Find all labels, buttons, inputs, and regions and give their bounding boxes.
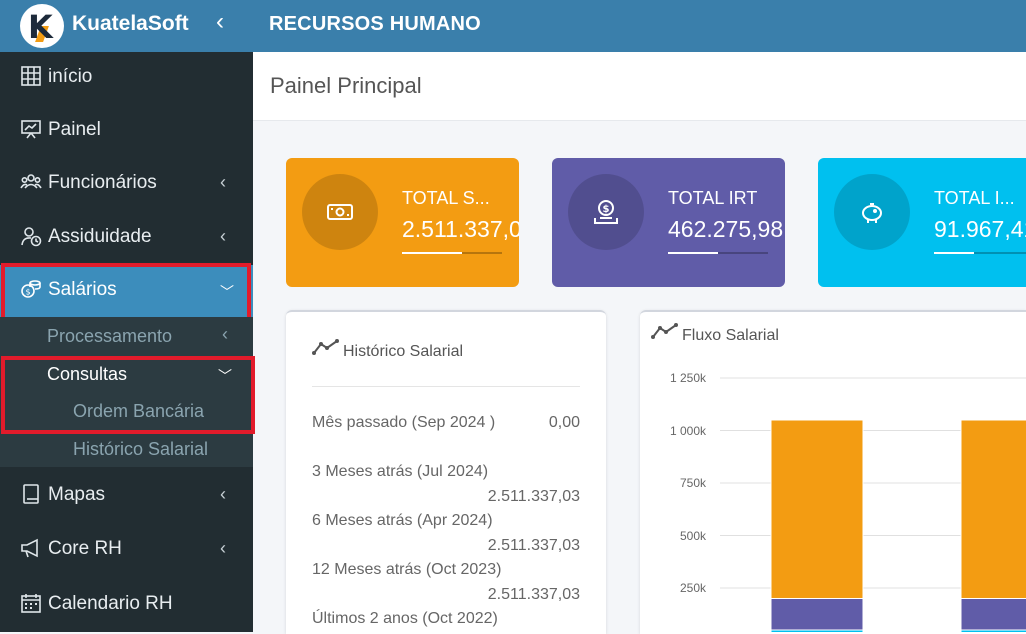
svg-text:$: $ [603,204,610,215]
historico-row-label: 6 Meses atrás (Apr 2024) [312,512,493,529]
historico-row-label: 3 Meses atrás (Jul 2024) [312,463,489,480]
progress-bar [934,252,1026,254]
stat-icon-circle [302,174,378,250]
highlight-salarios [1,263,251,325]
line-chart-icon [651,323,678,339]
brand-logo[interactable]: K [20,4,64,48]
chevron-left-icon: ‹ [220,172,226,192]
historico-row-label: Mês passado (Sep 2024 ) [312,414,496,431]
historico-row-label: 12 Meses atrás (Oct 2023) [312,561,502,578]
submenu-processamento[interactable]: Processamento [47,326,172,347]
progress-bar [402,252,502,254]
sidebar-item-label: início [48,66,93,87]
stat-title: TOTAL S... [402,188,490,208]
sidebar-item-assiduidade[interactable]: Assiduidade ‹ [0,212,253,264]
calendar-icon [21,594,41,613]
historico-row-value: 0,00 [548,414,580,431]
divider [312,386,580,387]
sidebar-item-label: Core RH [48,538,122,559]
bar-segment [960,419,1026,599]
chevron-left-icon: ‹ [220,538,226,558]
stat-value: 462.275,98 [668,216,784,242]
fluxo-chart [720,377,1026,632]
y-tick-label: 500k [679,529,706,543]
y-tick-label: 750k [679,476,706,490]
stat-total-salarios: TOTAL S... 2.511.337,03 [286,158,519,287]
clock-user-icon [21,227,42,247]
bar-segment [960,598,1026,631]
historico-row-value: 2.511.337,03 [487,488,580,505]
sidebar-item-mapas[interactable]: Mapas ‹ [0,470,253,522]
submenu-historico-salarial[interactable]: Histórico Salarial [73,439,208,460]
sidebar-item-funcionarios[interactable]: Funcionários ‹ [0,158,253,210]
bar-segment [770,419,864,599]
grid-icon [21,66,41,86]
book-icon [23,484,39,504]
chevron-left-icon: ‹ [220,226,226,246]
historico-row-value: 2.511.337,03 [487,586,580,603]
y-tick-label: 250k [679,581,706,595]
content-header: Painel Principal [253,52,1026,121]
sidebar-item-label: Calendario RH [48,593,173,614]
stat-value: 2.511.337,03 [402,216,519,242]
sidebar-item-label: Mapas [48,484,106,505]
stat-title: TOTAL IRT [668,188,758,208]
historico-row-value: 2.511.337,03 [487,537,580,554]
presentation-icon [21,120,41,139]
stat-total-irt: $ TOTAL IRT 462.275,98 [552,158,785,287]
chevron-left-icon[interactable]: ‹ [216,8,224,36]
sidebar-item-label: Painel [48,119,101,140]
sidebar-item-core-rh[interactable]: Core RH ‹ [0,524,253,576]
highlight-consultas [1,356,255,434]
sidebar-item-label: Assiduidade [48,226,152,247]
users-icon [20,174,42,189]
stat-total-i: TOTAL I... 91.967,41 [818,158,1026,287]
sidebar-item-inicio[interactable]: início [0,52,253,104]
money-icon [327,204,353,220]
dollar-hand-icon: $ [594,200,618,224]
y-tick-label: 1 250k [669,371,706,385]
sidebar-item-calendario-rh[interactable]: Calendario RH [0,579,253,631]
chevron-left-icon: ‹ [220,484,226,504]
logo-area: K KuatelaSoft ‹ [0,0,253,52]
section-title: RECURSOS HUMANO [269,13,481,35]
historico-title: Histórico Salarial [343,343,464,360]
y-tick-label: 1 000k [669,424,706,438]
sidebar-item-painel[interactable]: Painel [0,105,253,157]
historico-row-label: Últimos 2 anos (Oct 2022) [312,610,498,627]
logo-letter: K [28,8,53,46]
bar-segment [770,598,864,631]
progress-bar [668,252,768,254]
piggy-bank-icon [862,203,882,223]
page-title: Painel Principal [270,73,422,98]
stat-icon-circle [834,174,910,250]
chevron-left-icon: ‹ [222,324,228,344]
megaphone-icon [21,538,38,558]
stat-value: 91.967,41 [934,216,1026,242]
sidebar-item-label: Funcionários [48,172,157,193]
line-chart-icon [312,339,339,355]
chart-title: Fluxo Salarial [682,327,779,344]
brand-name[interactable]: KuatelaSoft [72,12,189,36]
stat-title: TOTAL I... [934,188,1015,208]
stat-icon-circle: $ [568,174,644,250]
